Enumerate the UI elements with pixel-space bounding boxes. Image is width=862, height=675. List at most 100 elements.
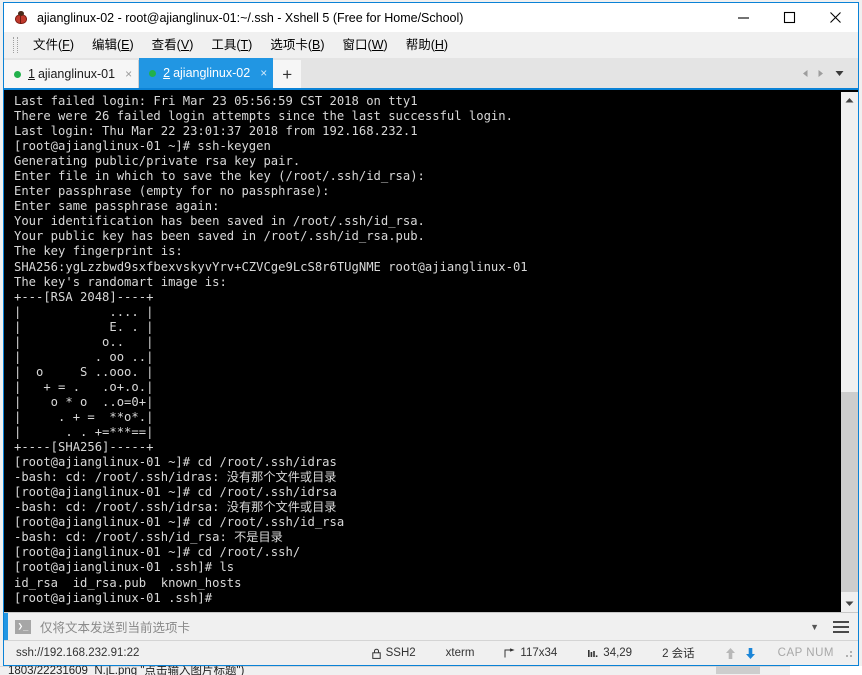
hamburger-menu-icon[interactable] [833, 618, 849, 636]
tab-ajianglinux-01[interactable]: 1 ajianglinux-01 × [4, 60, 140, 88]
menu-item-tabs[interactable]: 选项卡(B) [261, 34, 333, 56]
background-scroll-thumb [716, 666, 760, 674]
send-bar-accent [4, 613, 8, 641]
tab-number: 2 [163, 66, 171, 80]
terminal-line: Last login: Thu Mar 22 23:01:37 2018 fro… [14, 124, 418, 139]
terminal-line: Your identification has been saved in /r… [14, 214, 425, 229]
console-prompt-icon: ❯_ [15, 619, 31, 634]
background-page-text: 1803/22231609_N.jL.png "点击输入图片标题") [8, 666, 245, 675]
terminal-area[interactable]: Last failed login: Fri Mar 23 05:56:59 C… [4, 88, 858, 612]
menu-item-tools[interactable]: 工具(T) [202, 34, 261, 56]
xshell-bug-icon [13, 10, 29, 26]
terminal-line: | o * o ..o=0+| [14, 394, 154, 409]
tab-label: ajianglinux-01 [37, 67, 116, 81]
tab-ajianglinux-02[interactable]: 2 ajianglinux-02 × [139, 58, 274, 88]
menu-item-help[interactable]: 帮助(H) [397, 34, 457, 56]
terminal-line: -bash: cd: /root/.ssh/id_rsa: 不是目录 [14, 530, 283, 545]
terminal-text: Last failed login: Fri Mar 23 05:56:59 C… [14, 94, 528, 606]
terminal-line: [root@ajianglinux-01 .ssh]# [14, 590, 220, 605]
terminal-line: | + = . .o+.o.| [14, 379, 154, 394]
send-target-dropdown-icon[interactable]: ▼ [810, 622, 819, 632]
status-protocol[interactable]: SSH2 [371, 647, 416, 659]
tab-bar: 1 ajianglinux-01 × 2 ajianglinux-02 × + [4, 58, 858, 88]
tab-label: ajianglinux-02 [173, 66, 251, 80]
terminal-line: | . + = **o*.| [14, 409, 154, 424]
menu-item-view[interactable]: 查看(V) [143, 34, 203, 56]
tab-list-dropdown-icon[interactable] [828, 70, 850, 77]
title-bar: ajianglinux-02 - root@ajianglinux-01:~/.… [4, 3, 858, 32]
resize-icon [504, 647, 516, 659]
menu-item-window[interactable]: 窗口(W) [334, 34, 397, 56]
upload-arrow-icon [725, 647, 736, 660]
status-sessions-label: 2 会话 [662, 648, 695, 660]
terminal-line: Last failed login: Fri Mar 23 05:56:59 C… [14, 94, 418, 108]
terminal-line: [root@ajianglinux-01 ~]# cd /root/.ssh/i… [14, 455, 337, 470]
terminal-line: -bash: cd: /root/.ssh/idras: 没有那个文件或目录 [14, 470, 337, 485]
status-connection-url: ssh://192.168.232.91:22 [16, 647, 140, 659]
tab-close-icon[interactable]: × [125, 68, 132, 80]
terminal-line: Your public key has been saved in /root/… [14, 229, 425, 244]
menu-item-edit[interactable]: 编辑(E) [83, 34, 143, 56]
scroll-up-icon[interactable] [841, 92, 858, 109]
terminal-line: -bash: cd: /root/.ssh/idrsa: 没有那个文件或目录 [14, 500, 337, 515]
terminal-line: Enter file in which to save the key (/ro… [14, 169, 425, 184]
tab-status-dot-icon [149, 69, 157, 77]
terminal-line: Enter passphrase (empty for no passphras… [14, 184, 330, 199]
status-caps-num-indicator: CAP NUM [777, 647, 834, 659]
tab-status-dot-icon [14, 70, 21, 78]
terminal-line: The key's randomart image is: [14, 274, 227, 289]
terminal-line: id_rsa id_rsa.pub known_hosts [14, 575, 242, 590]
maximize-button[interactable] [766, 3, 812, 32]
status-sessions[interactable]: 2 会话 [662, 645, 695, 661]
terminal-scrollbar[interactable] [840, 92, 858, 612]
terminal-line: [root@ajianglinux-01 ~]# cd /root/.ssh/ [14, 545, 301, 560]
new-tab-button[interactable]: + [273, 60, 302, 88]
scroll-down-icon[interactable] [841, 595, 858, 612]
terminal-line: Enter same passphrase again: [14, 199, 220, 214]
terminal-line: | o S ..ooo. | [14, 364, 154, 379]
terminal-line: +----[SHA256]-----+ [14, 440, 154, 455]
tab-scroll-right-icon[interactable] [813, 69, 828, 78]
menu-item-file[interactable]: 文件(F) [24, 34, 83, 56]
xshell-window: ajianglinux-02 - root@ajianglinux-01:~/.… [0, 0, 862, 675]
download-arrow-icon [745, 647, 756, 660]
window-title: ajianglinux-02 - root@ajianglinux-01:~/.… [37, 10, 464, 25]
terminal-line: [root@ajianglinux-01 ~]# cd /root/.ssh/i… [14, 485, 337, 500]
terminal-line: +---[RSA 2048]----+ [14, 289, 154, 304]
status-cursor-position-label: 34,29 [603, 647, 633, 659]
terminal-line: | o.. | [14, 334, 154, 349]
terminal-line: [root@ajianglinux-01 .ssh]# ls [14, 560, 235, 575]
status-terminal-size[interactable]: 117x34 [504, 647, 557, 659]
resize-grip[interactable] [842, 647, 854, 659]
status-terminal-type[interactable]: xterm [446, 647, 475, 659]
status-cursor-position[interactable]: 34,29 [587, 647, 632, 659]
minimize-button[interactable] [720, 3, 766, 32]
terminal-line: [root@ajianglinux-01 ~]# cd /root/.ssh/i… [14, 515, 345, 530]
menu-bar: 文件(F) 编辑(E) 查看(V) 工具(T) 选项卡(B) 窗口(W) 帮助(… [4, 32, 858, 58]
column-icon [587, 648, 598, 659]
terminal-line: | .... | [14, 304, 154, 319]
menu-drag-grip[interactable] [13, 37, 18, 53]
lock-icon [371, 648, 381, 659]
close-button[interactable] [812, 3, 858, 32]
status-transfer-arrows [725, 647, 756, 660]
send-text-input[interactable]: 仅将文本发送到当前选项卡 [40, 617, 810, 636]
terminal-screen[interactable]: Last failed login: Fri Mar 23 05:56:59 C… [4, 92, 836, 612]
terminal-line: | . oo ..| [14, 349, 154, 364]
scrollbar-thumb[interactable] [841, 392, 858, 592]
terminal-line: Generating public/private rsa key pair. [14, 154, 301, 169]
terminal-line: There were 26 failed login attempts sinc… [14, 109, 513, 124]
tab-number: 1 [28, 67, 35, 81]
tab-nav-controls [798, 58, 858, 88]
terminal-line: | . . +=***==| [14, 425, 154, 440]
tab-strip: 1 ajianglinux-01 × 2 ajianglinux-02 × + [4, 58, 798, 88]
tab-close-icon[interactable]: × [260, 67, 267, 79]
status-terminal-size-label: 117x34 [520, 647, 558, 659]
terminal-line: [root@ajianglinux-01 ~]# ssh-keygen [14, 139, 271, 154]
send-text-bar[interactable]: ❯_ 仅将文本发送到当前选项卡 ▼ [4, 612, 858, 641]
terminal-line: SHA256:ygLzzbwd9sxfbexvskyvYrv+CZVCge9Lc… [14, 259, 528, 274]
tab-scroll-left-icon[interactable] [798, 69, 813, 78]
terminal-line: The key fingerprint is: [14, 244, 183, 259]
status-bar: ssh://192.168.232.91:22 SSH2 xterm 117x3… [4, 640, 858, 665]
status-terminal-type-label: xterm [445, 647, 475, 659]
